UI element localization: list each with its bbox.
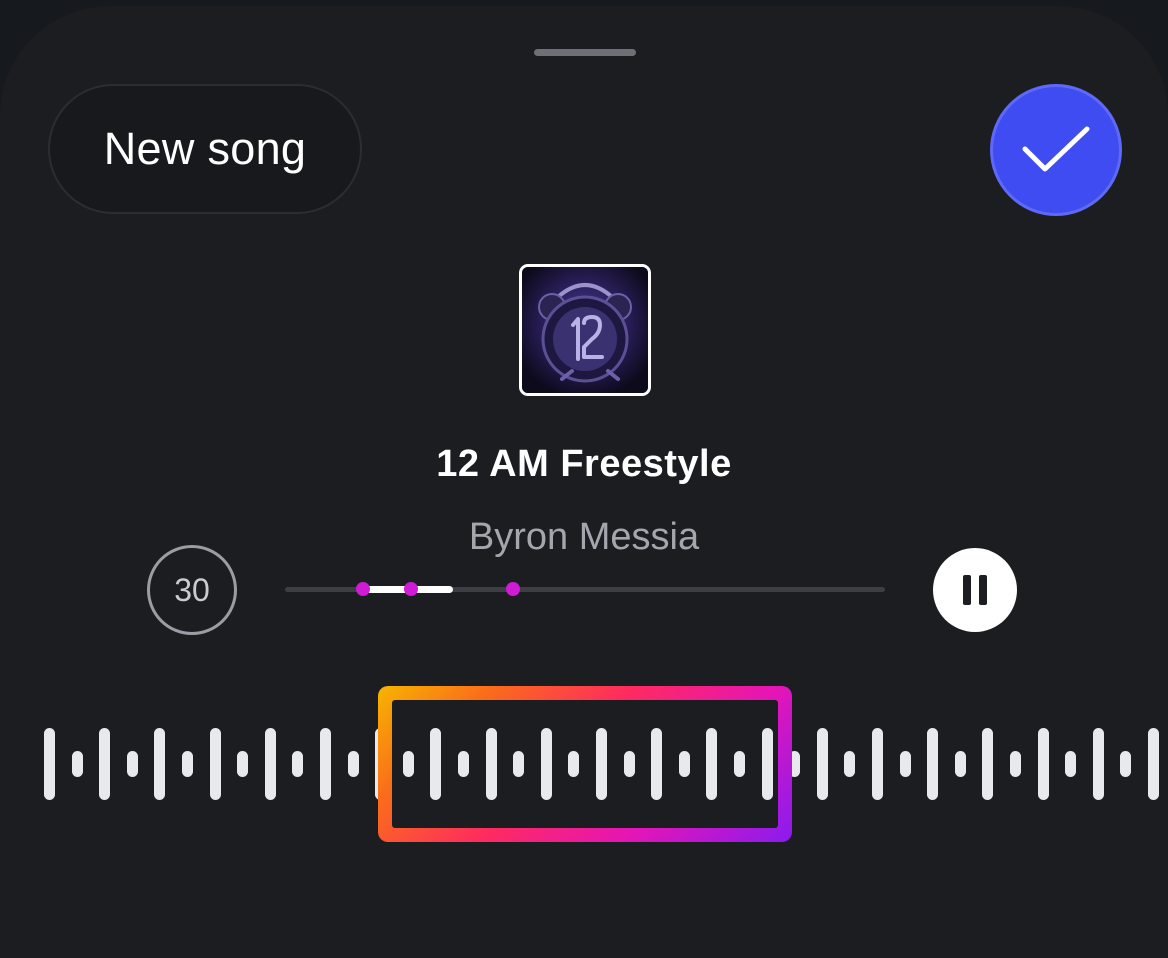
waveform-bar: [872, 728, 883, 800]
waveform-bar: [209, 728, 221, 800]
waveform-bar: [816, 728, 828, 800]
waveform-bar: [71, 751, 83, 777]
clip-selection-frame[interactable]: [378, 686, 792, 842]
alarm-clock-artwork: [522, 267, 648, 393]
progress-marker: [506, 582, 520, 596]
song-title: 12 AM Freestyle: [436, 443, 732, 485]
new-song-button[interactable]: New song: [48, 84, 362, 214]
waveform-bar: [1120, 751, 1132, 777]
clip-selection-window: [392, 700, 778, 828]
waveform-bar: [126, 751, 138, 777]
progress-marker: [404, 582, 418, 596]
sheet-grabber[interactable]: [534, 49, 636, 56]
waveform-bar: [927, 728, 939, 800]
waveform-bar: [154, 728, 166, 800]
waveform-bar: [844, 751, 856, 777]
waveform-bar: [182, 751, 193, 777]
pause-icon: [963, 575, 971, 605]
waveform-bar: [347, 751, 359, 777]
progress-marker: [356, 582, 370, 596]
waveform-bar: [292, 751, 304, 777]
progress-track[interactable]: [285, 582, 885, 596]
album-artwork: [519, 264, 651, 396]
waveform-bar: [1037, 728, 1049, 800]
waveform-bar: [99, 728, 111, 800]
waveform-bar: [1092, 728, 1104, 800]
clip-duration-label: 30: [174, 571, 210, 608]
pause-icon: [979, 575, 987, 605]
checkmark-icon: [1022, 126, 1090, 172]
waveform-bar: [954, 751, 966, 777]
waveform-bar: [264, 728, 276, 800]
waveform-bar: [44, 728, 55, 800]
clip-duration-button[interactable]: 30: [147, 545, 237, 635]
waveform-bar: [1148, 728, 1159, 800]
new-song-label: New song: [103, 123, 307, 174]
song-picker-sheet: New song 12 AM Freestyle Byron Messia 30: [0, 6, 1168, 958]
waveform-bar: [1010, 751, 1021, 777]
pause-button[interactable]: [933, 548, 1017, 632]
waveform-bar: [1065, 751, 1077, 777]
waveform-bar: [982, 728, 994, 800]
waveform-bar: [320, 728, 331, 800]
done-button[interactable]: [990, 84, 1122, 216]
waveform-bar: [237, 751, 249, 777]
waveform-bar: [899, 751, 911, 777]
